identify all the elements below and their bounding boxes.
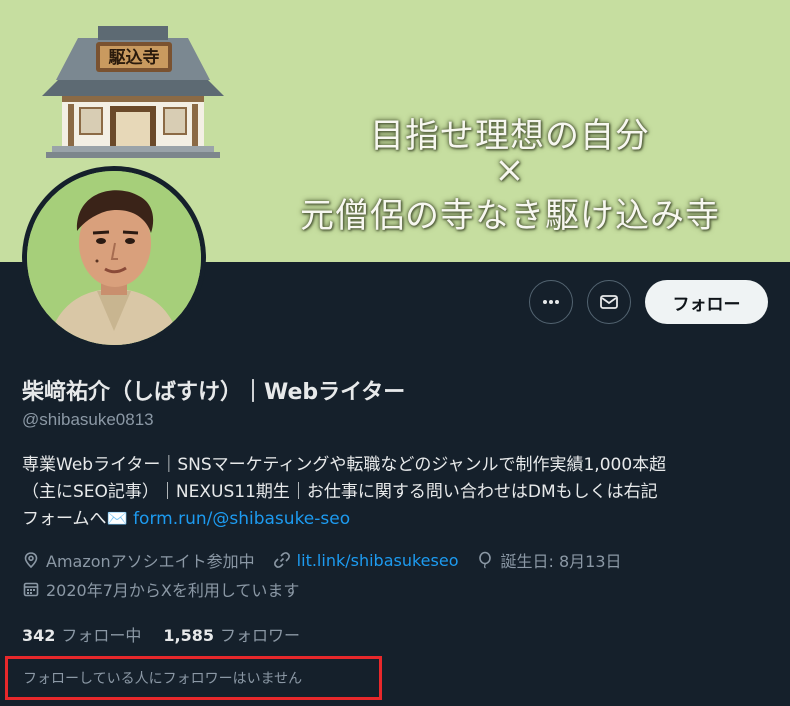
message-button[interactable]	[587, 280, 631, 324]
bio-line-text: フォームへ✉️	[22, 509, 134, 529]
birthday-item: 誕生日: 8月13日	[476, 548, 622, 572]
notice-text: フォローしている人にフォロワーはいません	[23, 671, 303, 687]
profile-avatar[interactable]	[22, 166, 206, 350]
joined-text: 2020年7月からXを利用しています	[46, 581, 300, 600]
temple-illustration: 駆込寺	[42, 26, 224, 158]
website-link[interactable]: lit.link/shibasukeseo	[297, 551, 459, 570]
followers-count: 1,585	[163, 626, 215, 645]
bio-line: 専業Webライター｜SNSマーケティングや転職などのジャンルで制作実績1,000…	[22, 455, 667, 475]
profile-meta-row: 2020年7月からXを利用しています	[22, 577, 317, 601]
follow-button[interactable]: フォロー	[645, 280, 768, 324]
following-stat[interactable]: 342 フォロー中	[22, 622, 141, 646]
location-pin-icon	[24, 552, 38, 569]
banner-cross: ×	[494, 150, 526, 191]
bio-line: （主にSEO記事）｜NEXUS11期生｜お仕事に関する問い合わせはDMもしくは右…	[22, 482, 658, 502]
balloon-icon	[479, 551, 492, 569]
bio-form-link[interactable]: form.run/@shibasuke-seo	[133, 509, 350, 529]
profile-bio: 専業Webライター｜SNSマーケティングや転職などのジャンルで制作実績1,000…	[22, 452, 782, 533]
mutual-followers-notice: フォローしている人にフォロワーはいません	[5, 656, 382, 700]
display-name: 柴﨑祐介（しばすけ）｜Webライター	[22, 380, 406, 405]
following-count: 342	[22, 626, 56, 645]
more-horizontal-icon	[543, 300, 559, 304]
link-icon	[273, 552, 290, 568]
profile-meta-row: Amazonアソシエイト参加中 lit.link/shibasukeseo 誕生…	[22, 548, 640, 572]
avatar-portrait	[27, 171, 201, 345]
banner-subheadline: 元僧侶の寺なき駆け込み寺	[300, 196, 720, 236]
location-item: Amazonアソシエイト参加中	[22, 548, 255, 572]
envelope-icon	[600, 295, 618, 309]
birthday-text: 誕生日: 8月13日	[500, 552, 622, 571]
followers-stat[interactable]: 1,585 フォロワー	[163, 622, 300, 646]
follow-stats: 342 フォロー中 1,585 フォロワー	[22, 622, 322, 646]
joined-item: 2020年7月からXを利用しています	[22, 577, 299, 601]
website-item[interactable]: lit.link/shibasukeseo	[273, 551, 459, 570]
following-label: フォロー中	[61, 626, 142, 645]
user-handle: @shibasuke0813	[22, 410, 154, 429]
location-text: Amazonアソシエイト参加中	[46, 552, 255, 571]
followers-label: フォロワー	[220, 626, 301, 645]
more-button[interactable]	[529, 280, 573, 324]
temple-sign-text: 駆込寺	[109, 47, 160, 68]
calendar-icon	[23, 582, 39, 597]
bio-line: フォームへ✉️ form.run/@shibasuke-seo	[22, 506, 782, 533]
